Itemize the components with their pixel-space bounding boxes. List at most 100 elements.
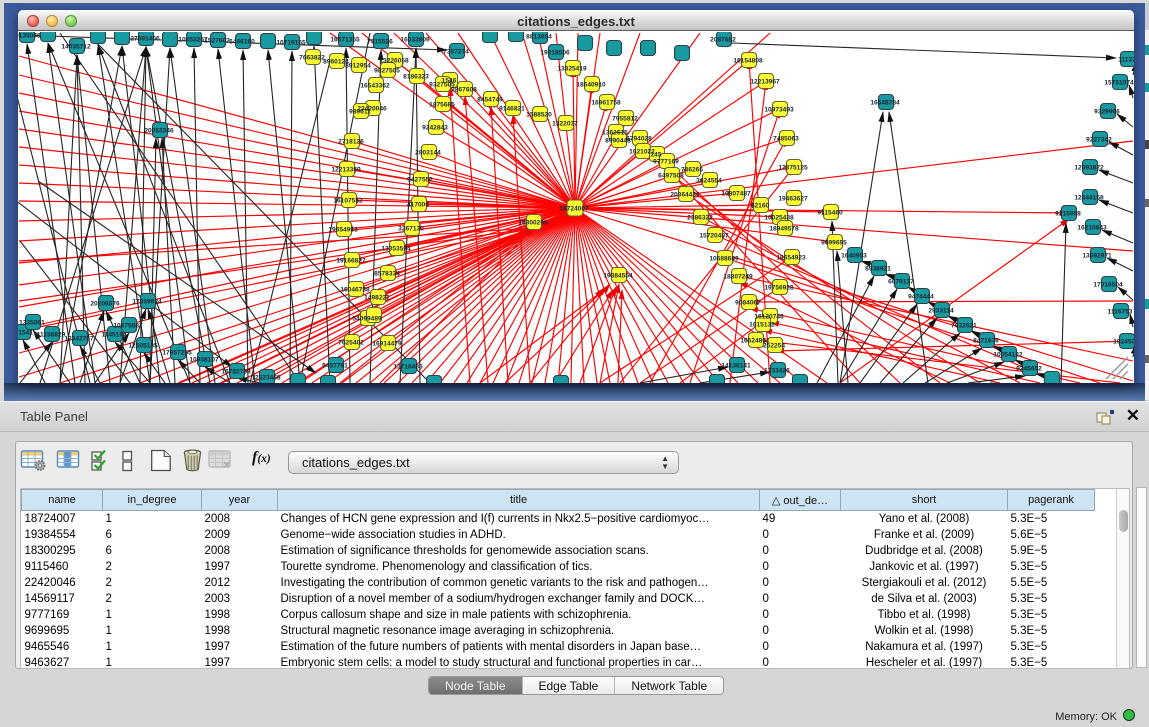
svg-text:9146821: 9146821	[499, 106, 525, 113]
svg-text:62160: 62160	[751, 203, 770, 210]
svg-text:10025438: 10025438	[764, 215, 794, 222]
svg-text:1498222: 1498222	[364, 295, 390, 302]
svg-text:15720407: 15720407	[699, 233, 729, 240]
svg-text:9474444: 9474444	[908, 294, 934, 301]
svg-text:1322037: 1322037	[552, 121, 578, 128]
svg-text:989611: 989611	[349, 109, 371, 116]
svg-text:7625402: 7625402	[338, 340, 364, 347]
svg-text:20206576: 20206576	[90, 301, 120, 308]
svg-text:16120746: 16120746	[754, 314, 784, 321]
svg-text:2933114: 2933114	[928, 308, 954, 315]
svg-text:1362615: 1362615	[602, 130, 628, 137]
svg-text:11137: 11137	[1118, 57, 1134, 64]
svg-text:16046788: 16046788	[340, 287, 370, 294]
svg-text:9777169: 9777169	[653, 159, 679, 166]
svg-text:54099489: 54099489	[352, 316, 382, 323]
svg-text:20364436: 20364436	[670, 192, 700, 199]
svg-text:10973493: 10973493	[764, 107, 794, 114]
svg-text:6794028: 6794028	[626, 136, 652, 143]
svg-text:9215958: 9215958	[1055, 211, 1081, 218]
svg-text:16782759: 16782759	[221, 369, 251, 376]
svg-text:2386322: 2386322	[687, 215, 713, 222]
svg-text:16914479: 16914479	[372, 341, 402, 348]
svg-text:1335061: 1335061	[19, 320, 45, 327]
svg-text:16671355: 16671355	[330, 37, 360, 44]
svg-text:7485063: 7485063	[773, 136, 799, 143]
svg-text:1024503: 1024503	[1113, 339, 1134, 346]
svg-text:3267130: 3267130	[398, 226, 424, 233]
svg-text:12093872: 12093872	[1074, 165, 1104, 172]
svg-text:13353594: 13353594	[381, 246, 411, 253]
svg-text:16210643: 16210643	[1077, 225, 1107, 232]
svg-text:7357274: 7357274	[443, 49, 469, 56]
svg-text:10958107: 10958107	[189, 357, 219, 364]
svg-text:16033809: 16033809	[400, 37, 430, 44]
svg-text:8186323: 8186323	[403, 74, 429, 81]
svg-text:19384554: 19384554	[603, 273, 633, 280]
svg-text:13716485: 13716485	[393, 364, 423, 371]
svg-text:417006: 417006	[407, 202, 429, 209]
svg-text:12375125: 12375125	[778, 165, 808, 172]
svg-text:10719155: 10719155	[276, 40, 306, 47]
svg-text:19135048: 19135048	[18, 33, 41, 40]
svg-text:2718126: 2718126	[338, 139, 364, 146]
svg-text:12342757: 12342757	[64, 336, 94, 343]
svg-text:17359934: 17359934	[132, 299, 162, 306]
svg-text:19463627: 19463627	[778, 196, 808, 203]
svg-text:17016504: 17016504	[1093, 282, 1123, 289]
svg-text:14055712: 14055712	[61, 44, 91, 51]
svg-text:1640953: 1640953	[841, 253, 867, 260]
svg-text:12213369: 12213369	[331, 167, 361, 174]
svg-text:11156829: 11156829	[37, 332, 66, 339]
svg-text:746266: 746266	[681, 167, 703, 174]
svg-text:12323468: 12323468	[251, 375, 281, 382]
svg-text:1588520: 1588520	[526, 112, 552, 119]
svg-text:2087682: 2087682	[710, 37, 736, 44]
svg-text:2867608: 2867608	[451, 87, 477, 94]
svg-text:9457791: 9457791	[322, 363, 348, 370]
svg-text:13325419: 13325419	[557, 66, 587, 73]
svg-text:9115460: 9115460	[817, 210, 843, 217]
svg-text:9329966: 9329966	[1094, 109, 1120, 116]
svg-text:9245652: 9245652	[1016, 366, 1042, 373]
svg-text:18640910: 18640910	[576, 82, 606, 89]
svg-text:13226058: 13226058	[379, 58, 409, 65]
svg-text:12213967: 12213967	[750, 79, 780, 86]
svg-text:7955812: 7955812	[612, 116, 638, 123]
svg-text:14136141: 14136141	[721, 363, 751, 370]
svg-text:1116753: 1116753	[1108, 309, 1133, 316]
svg-text:16107552: 16107552	[333, 198, 363, 205]
svg-text:8578334: 8578334	[374, 271, 400, 278]
svg-text:7515526: 7515526	[367, 39, 393, 46]
svg-text:16154808: 16154808	[733, 58, 763, 65]
svg-text:7663822: 7663822	[299, 55, 325, 62]
svg-text:10807487: 10807487	[721, 191, 751, 198]
svg-text:2803144: 2803144	[415, 150, 441, 157]
svg-text:16648784: 16648784	[870, 100, 900, 107]
svg-text:19166827: 19166827	[336, 258, 366, 265]
svg-text:1615132: 1615132	[749, 322, 775, 329]
svg-text:252254: 252254	[763, 343, 785, 350]
svg-text:20053346: 20053346	[144, 128, 174, 135]
svg-text:8454749: 8454749	[477, 97, 503, 104]
svg-text:1145194: 1145194	[101, 332, 127, 339]
svg-text:19218506: 19218506	[540, 50, 570, 57]
svg-text:245: 245	[650, 152, 661, 159]
svg-text:18949578: 18949578	[769, 226, 799, 233]
svg-text:12505135: 12505135	[128, 343, 158, 350]
svg-text:8813054: 8813054	[526, 34, 552, 41]
svg-text:6497508: 6497508	[658, 173, 684, 180]
svg-text:19654983: 19654983	[328, 227, 358, 234]
svg-text:9699695: 9699695	[821, 240, 847, 247]
svg-text:17957255: 17957255	[162, 350, 192, 357]
svg-text:9427552: 9427552	[407, 177, 433, 184]
svg-text:18300295: 18300295	[518, 220, 548, 227]
svg-text:8912954: 8912954	[345, 63, 371, 70]
svg-text:1527602: 1527602	[204, 38, 230, 45]
svg-text:1875685: 1875685	[429, 102, 455, 109]
svg-text:9827505: 9827505	[374, 68, 400, 75]
svg-text:391541: 391541	[18, 330, 33, 337]
svg-text:18807249: 18807249	[723, 274, 753, 281]
svg-text:27691406: 27691406	[130, 36, 160, 43]
svg-text:19654923: 19654923	[776, 255, 806, 262]
